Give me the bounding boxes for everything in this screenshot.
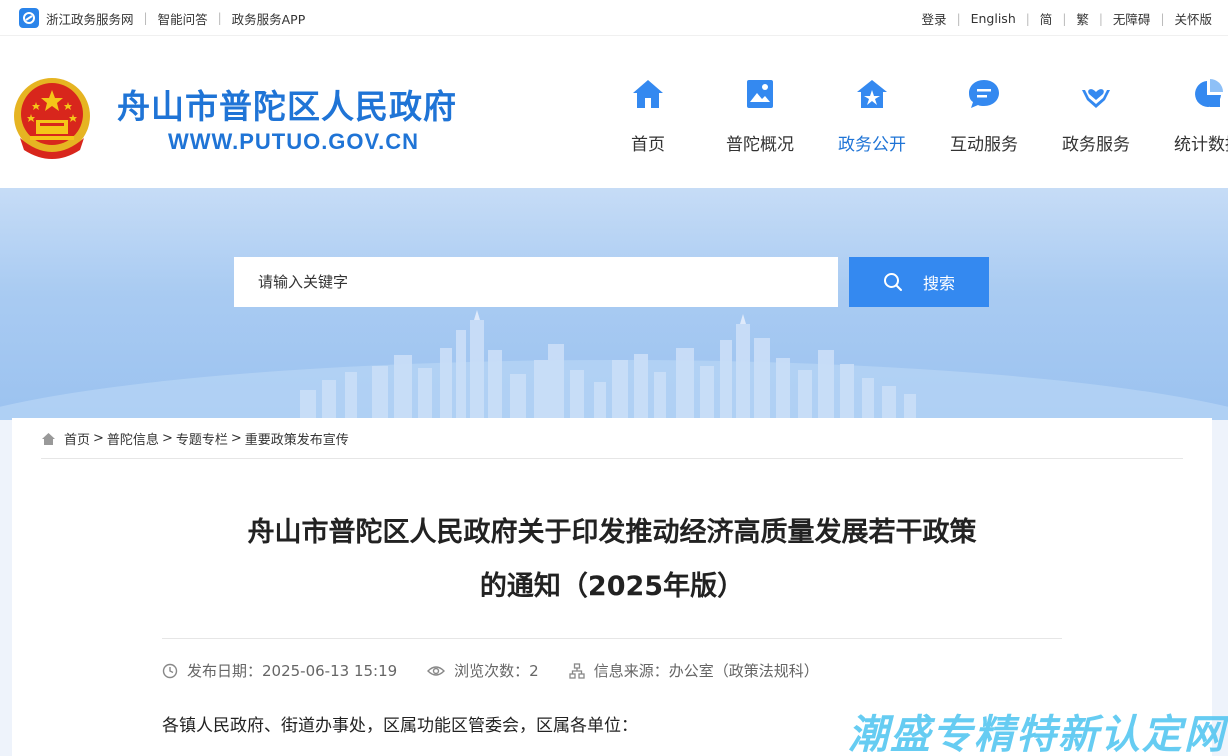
elder-mode-link[interactable]: 关怀版 — [1174, 9, 1212, 28]
search-icon — [883, 273, 902, 291]
nav-statistics[interactable]: 统计数据 — [1152, 76, 1228, 155]
divider: | — [1160, 11, 1165, 26]
publish-date-text: 发布日期：2025-06-13 15:19 — [187, 662, 398, 680]
nav-interactive-service[interactable]: 互动服务 — [928, 76, 1040, 155]
divider — [41, 458, 1183, 459]
eye-icon — [427, 665, 446, 676]
nav-home[interactable]: 首页 — [592, 76, 704, 155]
zhejiang-service-link[interactable]: 浙江政务服务网 — [46, 9, 134, 28]
star-house-icon — [816, 76, 928, 112]
site-url[interactable]: WWW.PUTUO.GOV.CN — [168, 129, 419, 155]
traditional-link[interactable]: 繁 — [1076, 9, 1089, 28]
site-header: 舟山市普陀区人民政府 WWW.PUTUO.GOV.CN 首页 普陀概况 政务公开… — [0, 36, 1228, 188]
smart-qa-link[interactable]: 智能问答 — [158, 9, 208, 28]
breadcrumb-separator: > — [230, 431, 242, 446]
main-nav: 首页 普陀概况 政务公开 互动服务 政务服务 统计数 — [592, 76, 1228, 155]
nav-label: 首页 — [631, 135, 665, 155]
nav-overview[interactable]: 普陀概况 — [704, 76, 816, 155]
article-title-line-2: 的通知（2025年版） — [479, 571, 745, 602]
article-meta: 发布日期：2025-06-13 15:19 浏览次数：2 信息来源：办公室（政策… — [162, 660, 849, 681]
nav-label: 互动服务 — [950, 135, 1018, 155]
chat-icon — [928, 76, 1040, 112]
top-bar-right: 登录 | English | 简 | 繁 | 无障碍 | 关怀版 — [922, 9, 1212, 28]
breadcrumb-special-column[interactable]: 专题专栏 — [176, 429, 228, 448]
search-button-label: 搜索 — [922, 274, 955, 293]
pie-chart-icon — [1152, 76, 1228, 112]
breadcrumb-separator: > — [161, 431, 173, 446]
nav-label: 统计数据 — [1174, 135, 1228, 155]
top-bar: 浙江政务服务网 | 智能问答 | 政务服务APP 登录 | English | … — [0, 0, 1228, 36]
article-greeting: 各镇人民政府、街道办事处，区属功能区管委会，区属各单位： — [162, 716, 638, 736]
nav-label: 政务公开 — [838, 135, 906, 155]
nav-gov-service[interactable]: 政务服务 — [1040, 76, 1152, 155]
search-input[interactable] — [234, 257, 838, 307]
info-source: 信息来源：办公室（政策法规科） — [569, 660, 819, 681]
search-button[interactable]: 搜索 — [849, 257, 989, 307]
zhejiang-service-logo-icon — [19, 8, 39, 28]
watermark-text: 潮盛专精特新认定网 — [848, 712, 1226, 756]
article-title: 舟山市普陀区人民政府关于印发推动经济高质量发展若干政策 的通知（2025年版） — [12, 506, 1212, 614]
article-title-line-1: 舟山市普陀区人民政府关于印发推动经济高质量发展若干政策 — [247, 517, 977, 548]
nav-label: 政务服务 — [1062, 135, 1130, 155]
home-icon — [42, 432, 55, 445]
breadcrumb-putuo-info[interactable]: 普陀信息 — [107, 429, 159, 448]
view-count-text: 浏览次数：2 — [454, 662, 539, 680]
info-source-text: 信息来源：办公室（政策法规科） — [593, 662, 819, 680]
view-count: 浏览次数：2 — [427, 660, 539, 681]
heart-hand-icon — [1040, 76, 1152, 112]
divider: | — [956, 11, 961, 26]
clock-icon — [162, 663, 178, 678]
login-link[interactable]: 登录 — [922, 9, 947, 28]
english-link[interactable]: English — [971, 11, 1016, 26]
accessibility-link[interactable]: 无障碍 — [1113, 9, 1151, 28]
publish-date: 发布日期：2025-06-13 15:19 — [162, 660, 397, 681]
landscape-icon — [704, 76, 816, 112]
breadcrumb-home[interactable]: 首页 — [64, 429, 90, 448]
top-bar-left: 浙江政务服务网 | 智能问答 | 政务服务APP — [19, 8, 305, 28]
divider: | — [217, 11, 222, 25]
divider: | — [143, 11, 148, 25]
breadcrumb: 首页 > 普陀信息 > 专题专栏 > 重要政策发布宣传 — [41, 429, 349, 448]
breadcrumb-policy-publicity[interactable]: 重要政策发布宣传 — [245, 429, 349, 448]
national-emblem-icon[interactable] — [12, 76, 92, 160]
home-icon — [592, 76, 704, 112]
nav-label: 普陀概况 — [726, 135, 794, 155]
city-skyline-illustration — [0, 310, 1228, 420]
site-name[interactable]: 舟山市普陀区人民政府 — [117, 80, 457, 128]
simplified-link[interactable]: 简 — [1040, 9, 1053, 28]
service-app-link[interactable]: 政务服务APP — [232, 9, 306, 28]
divider — [162, 638, 1062, 639]
breadcrumb-separator: > — [93, 431, 104, 446]
divider: | — [1062, 11, 1067, 26]
divider: | — [1025, 11, 1030, 26]
divider: | — [1098, 11, 1103, 26]
nav-gov-affairs-open[interactable]: 政务公开 — [816, 76, 928, 155]
org-chart-icon — [569, 662, 585, 679]
